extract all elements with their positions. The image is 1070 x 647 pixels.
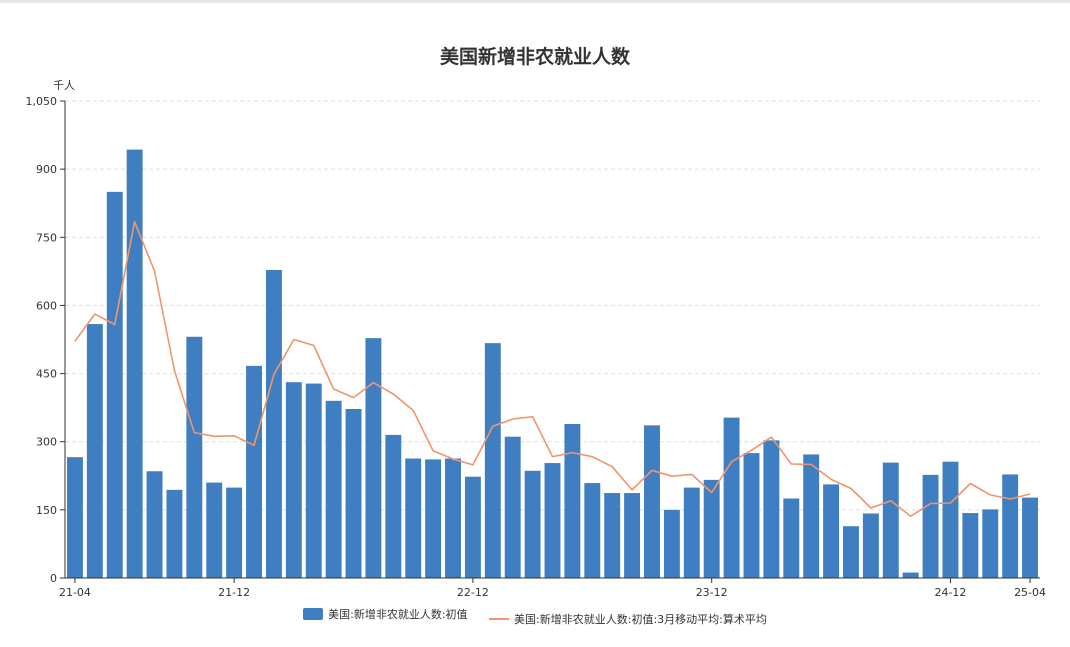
y-tick-label: 450	[36, 368, 57, 381]
bar	[743, 453, 760, 578]
bar	[604, 493, 621, 578]
bar	[783, 498, 800, 578]
bar	[246, 365, 262, 578]
bar	[305, 383, 322, 578]
bar	[882, 462, 899, 578]
y-tick-label: 300	[36, 436, 57, 449]
legend-line-label: 美国:新增非农就业人数:初值:3月移动平均:算术平均	[514, 613, 767, 626]
bar	[982, 509, 999, 578]
bar	[1022, 497, 1039, 578]
bar	[186, 336, 203, 578]
bar	[445, 458, 461, 578]
bar	[1002, 474, 1019, 578]
y-tick-label: 600	[36, 299, 57, 312]
bar	[803, 454, 820, 578]
bar	[385, 434, 402, 578]
y-tick-label: 150	[36, 504, 57, 517]
bar	[464, 476, 481, 578]
bar	[922, 474, 939, 578]
bar	[584, 483, 601, 578]
legend-bar-label: 美国:新增非农就业人数:初值	[328, 608, 468, 621]
bar	[703, 479, 720, 578]
legend-item-bar[interactable]: 美国:新增非农就业人数:初值	[303, 606, 468, 622]
bar	[763, 440, 780, 578]
bar	[66, 457, 83, 578]
x-tick-label: 25-04	[1014, 586, 1046, 599]
bar	[962, 513, 979, 578]
bar	[723, 417, 740, 578]
legend: 美国:新增非农就业人数:初值 美国:新增非农就业人数:初值:3月移动平均:算术平…	[0, 606, 1070, 627]
x-tick-label: 23-12	[696, 586, 728, 599]
x-tick-label: 22-12	[457, 586, 489, 599]
bar	[663, 509, 680, 578]
bar	[683, 487, 700, 578]
y-axis-unit-label: 千人	[53, 79, 75, 92]
bar	[86, 324, 103, 578]
bar	[823, 484, 840, 578]
grid-lines	[65, 100, 1040, 511]
bar	[425, 459, 442, 578]
x-tick-label: 24-12	[934, 586, 966, 599]
bar	[285, 382, 302, 578]
bar	[206, 482, 223, 578]
bar	[524, 470, 541, 578]
y-tick-label: 900	[36, 163, 57, 176]
bar	[624, 493, 641, 578]
bar	[862, 513, 879, 578]
bar	[544, 463, 561, 578]
y-tick-label: 1,050	[26, 95, 58, 108]
bar	[325, 400, 342, 578]
bar	[146, 471, 163, 578]
x-tick-label: 21-12	[218, 586, 250, 599]
bar	[126, 149, 143, 578]
y-tick-label: 750	[36, 231, 57, 244]
bar	[405, 458, 422, 578]
nonfarm-payroll-chart: 千人 0 150 300 450 600 750 900 1,050 21-04 21-12 22-…	[26, 79, 1047, 599]
bar	[226, 487, 243, 578]
bar	[942, 461, 959, 578]
bar	[365, 338, 382, 578]
bar	[166, 489, 183, 578]
bar	[345, 409, 362, 578]
legend-item-line[interactable]: 美国:新增非农就业人数:初值:3月移动平均:算术平均	[489, 611, 767, 627]
bar	[564, 423, 581, 578]
legend-bar-swatch	[303, 608, 324, 620]
bar	[106, 191, 123, 578]
bar	[902, 572, 919, 578]
bar	[644, 425, 660, 578]
bar	[843, 526, 859, 578]
x-tick-label: 21-04	[59, 586, 91, 599]
bar	[265, 269, 282, 578]
bar	[484, 343, 501, 578]
bar	[504, 436, 521, 578]
y-tick-label: 0	[50, 572, 57, 585]
legend-line-swatch	[489, 618, 510, 620]
bar-series	[66, 149, 1039, 578]
